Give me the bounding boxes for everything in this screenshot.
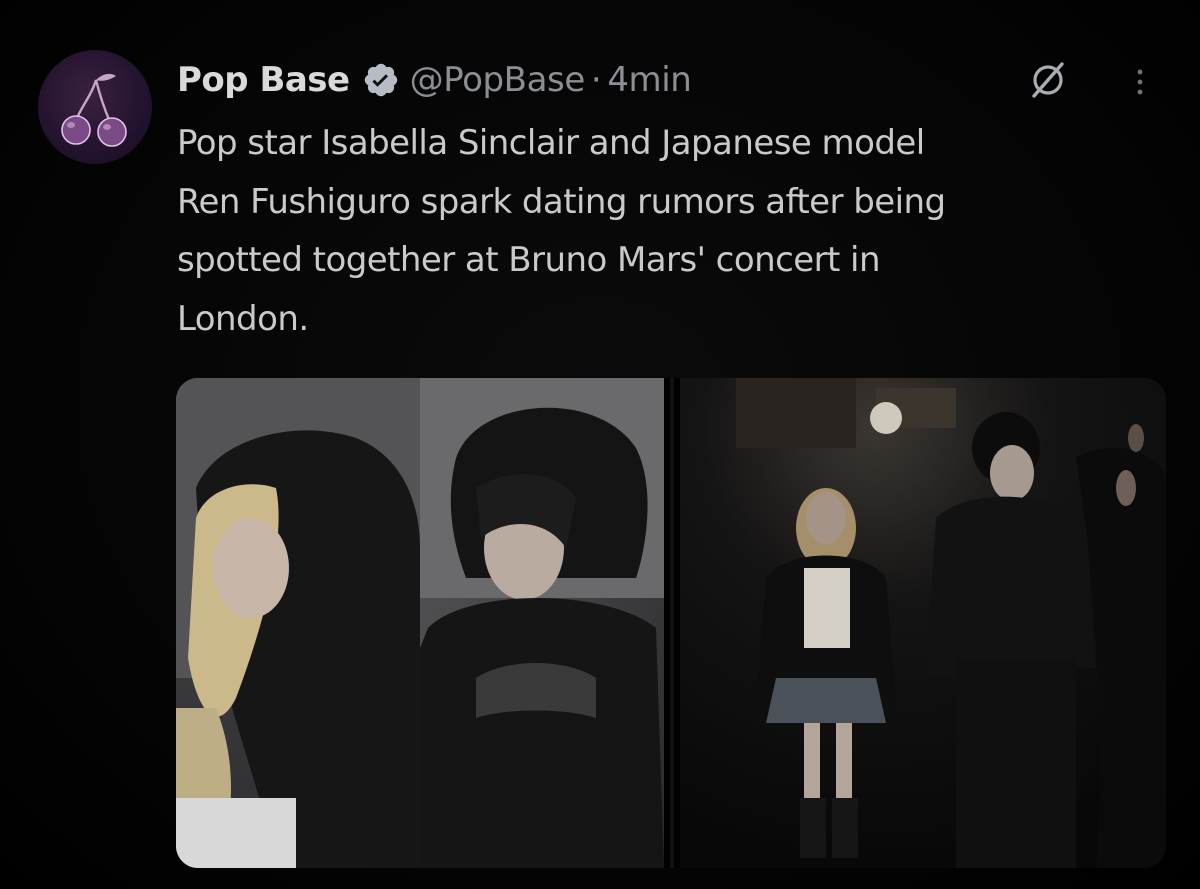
cherry-icon	[61, 73, 127, 147]
media-divider	[674, 378, 680, 868]
photo-left[interactable]	[176, 378, 1166, 868]
author-handle[interactable]: @PopBase	[410, 60, 586, 100]
media-divider	[664, 378, 670, 868]
tweet-header: Pop Base @PopBase · 4min	[177, 56, 692, 104]
tweet-text: Pop star Isabella Sinclair and Japanese …	[177, 123, 946, 339]
grok-icon[interactable]	[1026, 58, 1070, 102]
author-name[interactable]: Pop Base	[177, 60, 350, 100]
tweet[interactable]: Pop Base @PopBase · 4min Pop star Isabel…	[0, 0, 1200, 889]
timestamp[interactable]: 4min	[607, 60, 692, 100]
more-options-icon[interactable]	[1128, 60, 1152, 104]
separator-dot: ·	[590, 60, 602, 100]
avatar[interactable]	[38, 50, 152, 164]
verified-badge-icon	[362, 61, 400, 99]
media-grid[interactable]	[176, 378, 1166, 868]
